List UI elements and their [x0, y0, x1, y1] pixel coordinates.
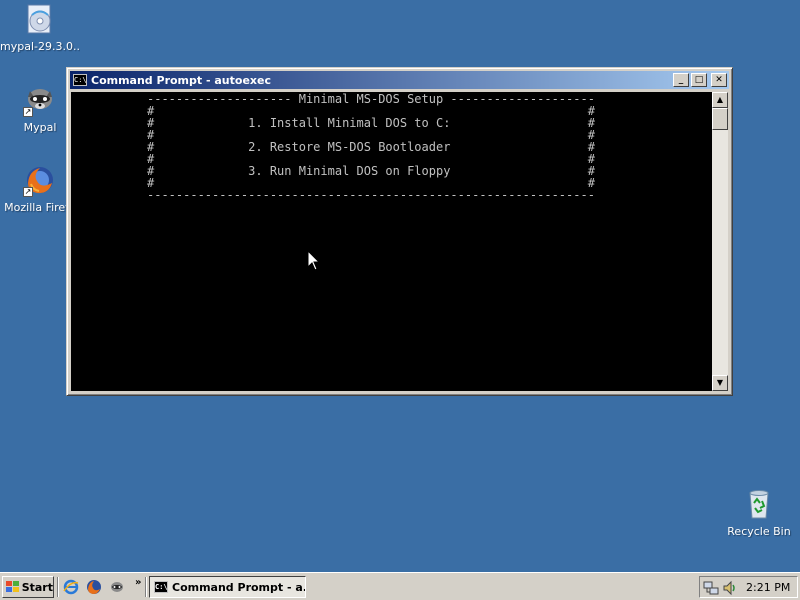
console-icon: C:\ [73, 74, 87, 86]
command-prompt-window[interactable]: C:\ Command Prompt - autoexec _ □ ✕ ----… [66, 67, 733, 396]
desktop-icon-mypal-installer[interactable]: mypal-29.3.0... [0, 2, 80, 53]
menu-footer-line: ----------------------------------------… [147, 188, 595, 202]
firefox-icon[interactable] [86, 579, 102, 595]
scroll-down-button[interactable]: ▼ [712, 375, 728, 391]
desktop-icon-recycle-bin[interactable]: Recycle Bin [719, 487, 799, 538]
quick-launch-chevron[interactable]: » [135, 577, 141, 588]
volume-icon[interactable] [722, 580, 738, 596]
start-label: Start [21, 580, 53, 594]
minimize-button[interactable]: _ [673, 73, 689, 87]
taskbar-button-label: Command Prompt - a... [172, 580, 306, 594]
firefox-icon: ↗ [23, 163, 57, 197]
console-icon: C:\ [154, 581, 168, 593]
recycle-bin-icon [742, 487, 776, 521]
vertical-scrollbar[interactable]: ▲ ▼ [712, 92, 728, 391]
window-title: Command Prompt - autoexec [91, 73, 271, 87]
installer-cd-icon [23, 2, 57, 36]
desktop-icon-label: Recycle Bin [727, 525, 791, 538]
window-titlebar[interactable]: C:\ Command Prompt - autoexec _ □ ✕ [70, 71, 729, 89]
shortcut-arrow-icon: ↗ [23, 107, 33, 117]
system-tray: 2:21 PM [699, 576, 798, 598]
scroll-up-button[interactable]: ▲ [712, 92, 728, 108]
windows-logo-icon [6, 581, 19, 593]
mouse-pointer-icon [307, 249, 321, 272]
taskbar-separator [57, 577, 59, 597]
mypal-raccoon-icon: ↗ [23, 83, 57, 117]
taskbar: Start » C:\ Command Prompt - a... 2:21 P… [0, 572, 800, 600]
taskbar-button-command-prompt[interactable]: C:\ Command Prompt - a... [149, 576, 306, 598]
shortcut-arrow-icon: ↗ [23, 187, 33, 197]
start-button[interactable]: Start [2, 576, 54, 598]
scroll-thumb[interactable] [712, 108, 728, 130]
taskbar-separator [145, 577, 147, 597]
taskbar-clock[interactable]: 2:21 PM [746, 581, 790, 594]
close-button[interactable]: ✕ [711, 73, 727, 87]
network-icon[interactable] [703, 580, 719, 596]
desktop-icon-label: mypal-29.3.0... [0, 40, 80, 53]
ie-icon[interactable] [63, 579, 79, 595]
console-output[interactable]: -------------------- Minimal MS-DOS Setu… [71, 92, 712, 391]
mypal-raccoon-icon[interactable] [109, 579, 125, 595]
maximize-button[interactable]: □ [691, 73, 707, 87]
